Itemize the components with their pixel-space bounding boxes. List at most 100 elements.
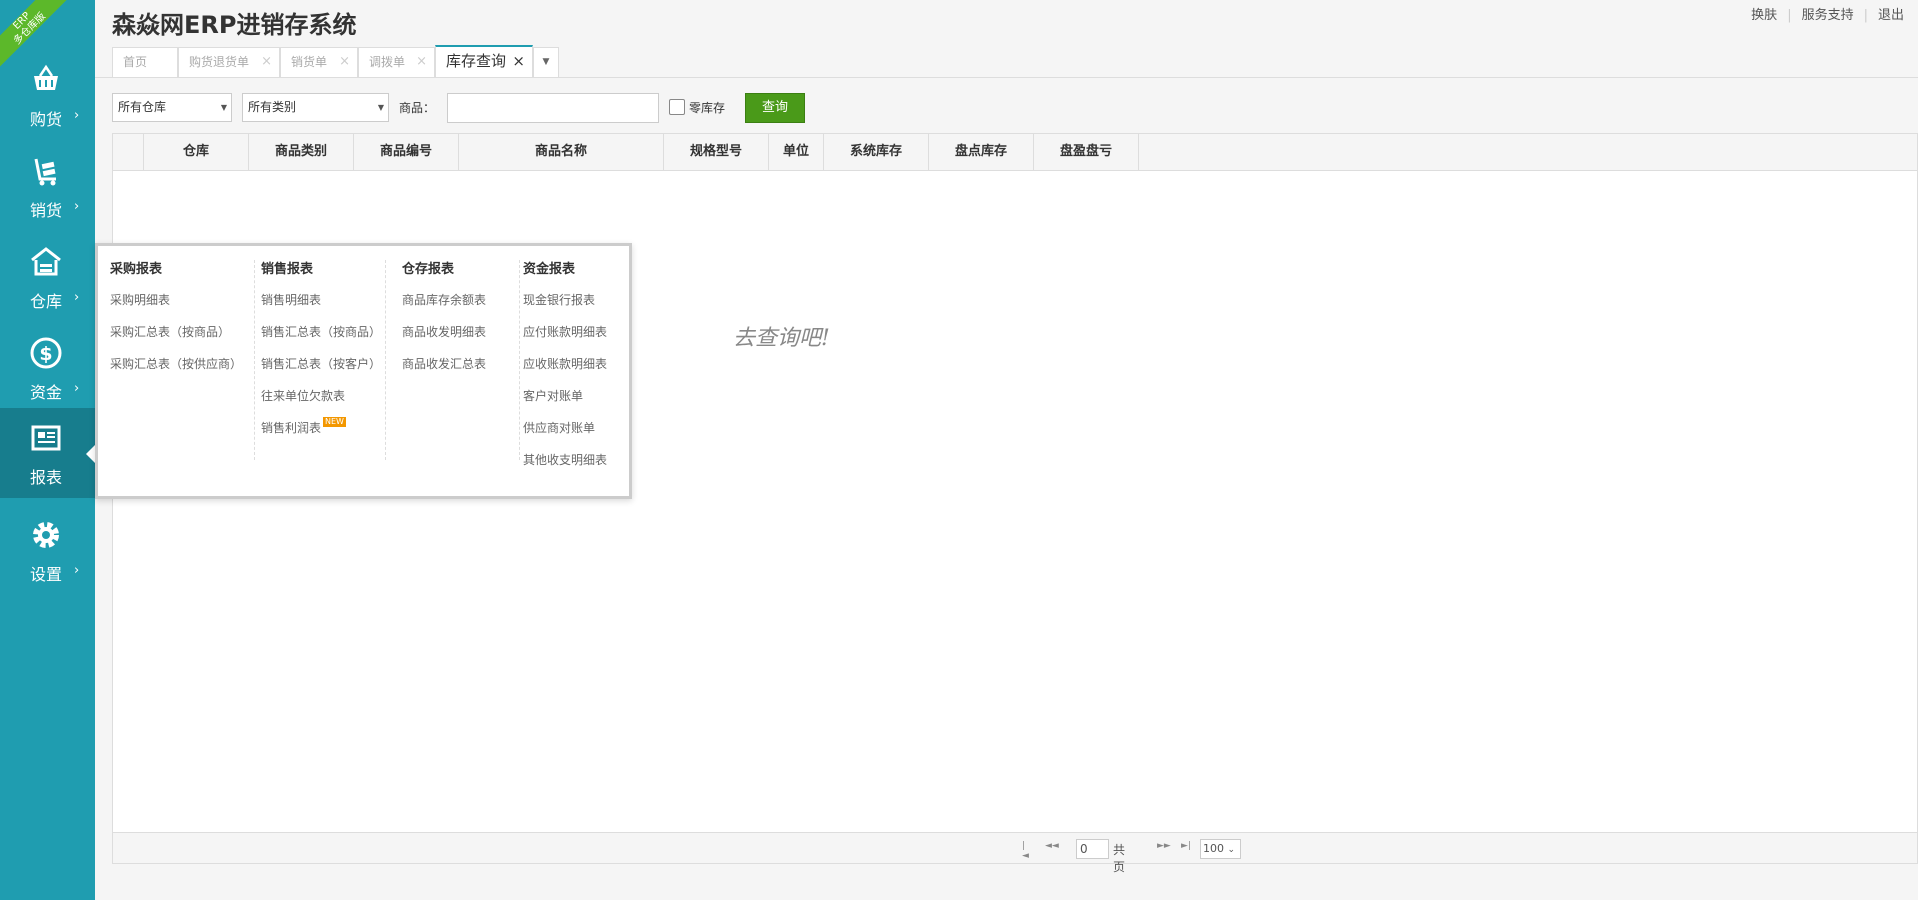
column-header[interactable]: 盘点库存 bbox=[929, 134, 1034, 171]
column-header[interactable]: 盘盈盘亏 bbox=[1034, 134, 1139, 171]
caret-down-icon: ▼ bbox=[542, 57, 550, 67]
close-icon[interactable]: × bbox=[416, 48, 427, 76]
report-link[interactable]: 现金银行报表 bbox=[523, 290, 623, 322]
sidebar-item-label: 报表 bbox=[30, 468, 63, 487]
report-link[interactable]: 应收账款明细表 bbox=[523, 354, 623, 386]
close-icon[interactable]: × bbox=[512, 47, 525, 75]
sidebar-item-label: 销货 bbox=[30, 201, 63, 220]
report-link[interactable]: 往来单位欠款表 bbox=[261, 386, 385, 418]
last-page-icon[interactable]: ►| bbox=[1181, 841, 1191, 851]
app-title: 森焱网ERP进销存系统 bbox=[112, 11, 357, 39]
caret-down-icon: ▼ bbox=[377, 103, 384, 112]
report-column-title: 采购报表 bbox=[110, 262, 163, 277]
sidebar-item-label: 仓库 bbox=[30, 292, 63, 311]
report-link[interactable]: 采购明细表 bbox=[110, 290, 254, 322]
warehouse-select[interactable]: 所有仓库 ▼ bbox=[112, 93, 232, 122]
top-links: 换肤 | 服务支持 | 退出 bbox=[1751, 8, 1904, 23]
report-column-title: 资金报表 bbox=[523, 262, 576, 277]
dollar-icon: $ bbox=[30, 337, 62, 369]
grid-header: 仓库 商品类别 商品编号 商品名称 规格型号 单位 系统库存 盘点库存 盘盈盘亏 bbox=[113, 134, 1917, 171]
report-link[interactable]: 销售汇总表（按客户） bbox=[261, 354, 385, 386]
tab-transfer[interactable]: 调拨单 × bbox=[358, 47, 435, 77]
report-link[interactable]: 其他收支明细表 bbox=[523, 450, 623, 482]
tab-inventory-query[interactable]: 库存查询 × bbox=[435, 45, 533, 77]
zero-stock-label: 零库存 bbox=[689, 101, 726, 115]
first-page-icon[interactable]: |◄ bbox=[1022, 841, 1029, 861]
sidebar-item-sales[interactable]: 销货 › bbox=[0, 141, 95, 231]
active-pointer bbox=[86, 445, 95, 463]
basket-icon bbox=[34, 64, 58, 90]
tab-label: 销货单 bbox=[291, 55, 328, 69]
category-select[interactable]: 所有类别 ▼ bbox=[242, 93, 389, 122]
tab-home[interactable]: 首页 bbox=[112, 47, 178, 77]
sidebar-item-warehouse[interactable]: 仓库 › bbox=[0, 232, 95, 322]
chevron-down-icon: ⌄ bbox=[1227, 845, 1236, 855]
column-header[interactable]: 系统库存 bbox=[824, 134, 929, 171]
prev-page-icon[interactable]: ◄◄ bbox=[1045, 841, 1059, 851]
category-select-value: 所有类别 bbox=[248, 100, 297, 114]
product-label: 商品： bbox=[399, 101, 436, 115]
report-link[interactable]: 商品收发汇总表 bbox=[402, 354, 519, 386]
sidebar-item-settings[interactable]: 设置 › bbox=[0, 505, 95, 595]
cart-icon bbox=[34, 158, 56, 186]
report-icon bbox=[31, 425, 61, 451]
column-header[interactable]: 单位 bbox=[769, 134, 824, 171]
zero-stock-checkbox[interactable] bbox=[669, 99, 685, 115]
tab-label: 首页 bbox=[123, 55, 148, 69]
close-icon[interactable]: × bbox=[339, 48, 350, 76]
chevron-right-icon: › bbox=[74, 108, 80, 123]
sidebar-item-label: 设置 bbox=[30, 565, 63, 584]
page-total-text: 共 页 bbox=[1113, 843, 1126, 874]
report-link[interactable]: 采购汇总表（按供应商） bbox=[110, 354, 254, 386]
sidebar: ERP 多仓库版 购货 › 销货 › 仓库 › $ 资金 › 报表 设置 › bbox=[0, 0, 95, 900]
page-size-select[interactable]: 100 ⌄ bbox=[1200, 839, 1241, 859]
report-link[interactable]: 客户对账单 bbox=[523, 386, 623, 418]
warehouse-select-value: 所有仓库 bbox=[118, 100, 167, 114]
tab-sales-order[interactable]: 销货单 × bbox=[280, 47, 358, 77]
tab-label: 调拨单 bbox=[369, 55, 406, 69]
page-number-input[interactable]: 0 bbox=[1076, 839, 1109, 859]
row-number-header bbox=[113, 134, 144, 171]
tab-purchase-return[interactable]: 购货退货单 × bbox=[178, 47, 280, 77]
product-search-input[interactable] bbox=[447, 93, 659, 123]
report-column-sales: 销售报表 销售明细表 销售汇总表（按商品） 销售汇总表（按客户） 往来单位欠款表… bbox=[261, 260, 386, 460]
sidebar-item-label: 购货 bbox=[30, 110, 63, 129]
report-link[interactable]: 商品收发明细表 bbox=[402, 322, 519, 354]
sidebar-item-reports[interactable]: 报表 bbox=[0, 408, 95, 498]
report-link[interactable]: 商品库存余额表 bbox=[402, 290, 519, 322]
grid-footer: |◄ ◄◄ 0 共 页 ►► ►| 100 ⌄ bbox=[113, 832, 1917, 874]
report-link[interactable]: 采购汇总表（按商品） bbox=[110, 322, 254, 354]
report-link[interactable]: 供应商对账单 bbox=[523, 418, 623, 450]
column-header[interactable]: 规格型号 bbox=[664, 134, 769, 171]
chevron-right-icon: › bbox=[74, 381, 80, 396]
close-icon[interactable]: × bbox=[261, 48, 272, 76]
chevron-right-icon: › bbox=[74, 199, 80, 214]
sidebar-item-purchase[interactable]: 购货 › bbox=[0, 50, 95, 140]
column-header[interactable]: 商品编号 bbox=[354, 134, 459, 171]
column-header[interactable]: 商品名称 bbox=[459, 134, 664, 171]
report-column-purchase: 采购报表 采购明细表 采购汇总表（按商品） 采购汇总表（按供应商） bbox=[110, 260, 255, 460]
tab-divider bbox=[95, 77, 1918, 78]
report-link[interactable]: 销售汇总表（按商品） bbox=[261, 322, 385, 354]
support-link[interactable]: 服务支持 bbox=[1802, 8, 1854, 23]
report-link-with-badge[interactable]: 销售利润表 NEW bbox=[261, 417, 385, 450]
column-header[interactable]: 商品类别 bbox=[249, 134, 354, 171]
chevron-right-icon: › bbox=[74, 563, 80, 578]
skin-link[interactable]: 换肤 bbox=[1751, 8, 1777, 23]
report-link[interactable]: 销售利润表 bbox=[261, 421, 321, 435]
chevron-right-icon: › bbox=[74, 290, 80, 305]
page-size-value: 100 bbox=[1203, 842, 1224, 855]
report-link[interactable]: 应付账款明细表 bbox=[523, 322, 623, 354]
empty-message: 去查询吧! bbox=[733, 326, 830, 351]
report-link[interactable]: 销售明细表 bbox=[261, 290, 385, 322]
new-badge: NEW bbox=[323, 417, 346, 427]
column-header[interactable]: 仓库 bbox=[144, 134, 249, 171]
gear-icon bbox=[33, 522, 59, 548]
report-column-funds: 资金报表 现金银行报表 应付账款明细表 应收账款明细表 客户对账单 供应商对账单… bbox=[523, 260, 623, 467]
tab-list-dropdown[interactable]: ▼ bbox=[533, 47, 559, 77]
report-column-inventory: 仓存报表 商品库存余额表 商品收发明细表 商品收发汇总表 bbox=[402, 260, 520, 460]
sidebar-item-funds[interactable]: $ 资金 › bbox=[0, 323, 95, 413]
logout-link[interactable]: 退出 bbox=[1878, 8, 1904, 23]
next-page-icon[interactable]: ►► bbox=[1157, 841, 1171, 851]
query-button[interactable]: 查询 bbox=[745, 93, 805, 123]
